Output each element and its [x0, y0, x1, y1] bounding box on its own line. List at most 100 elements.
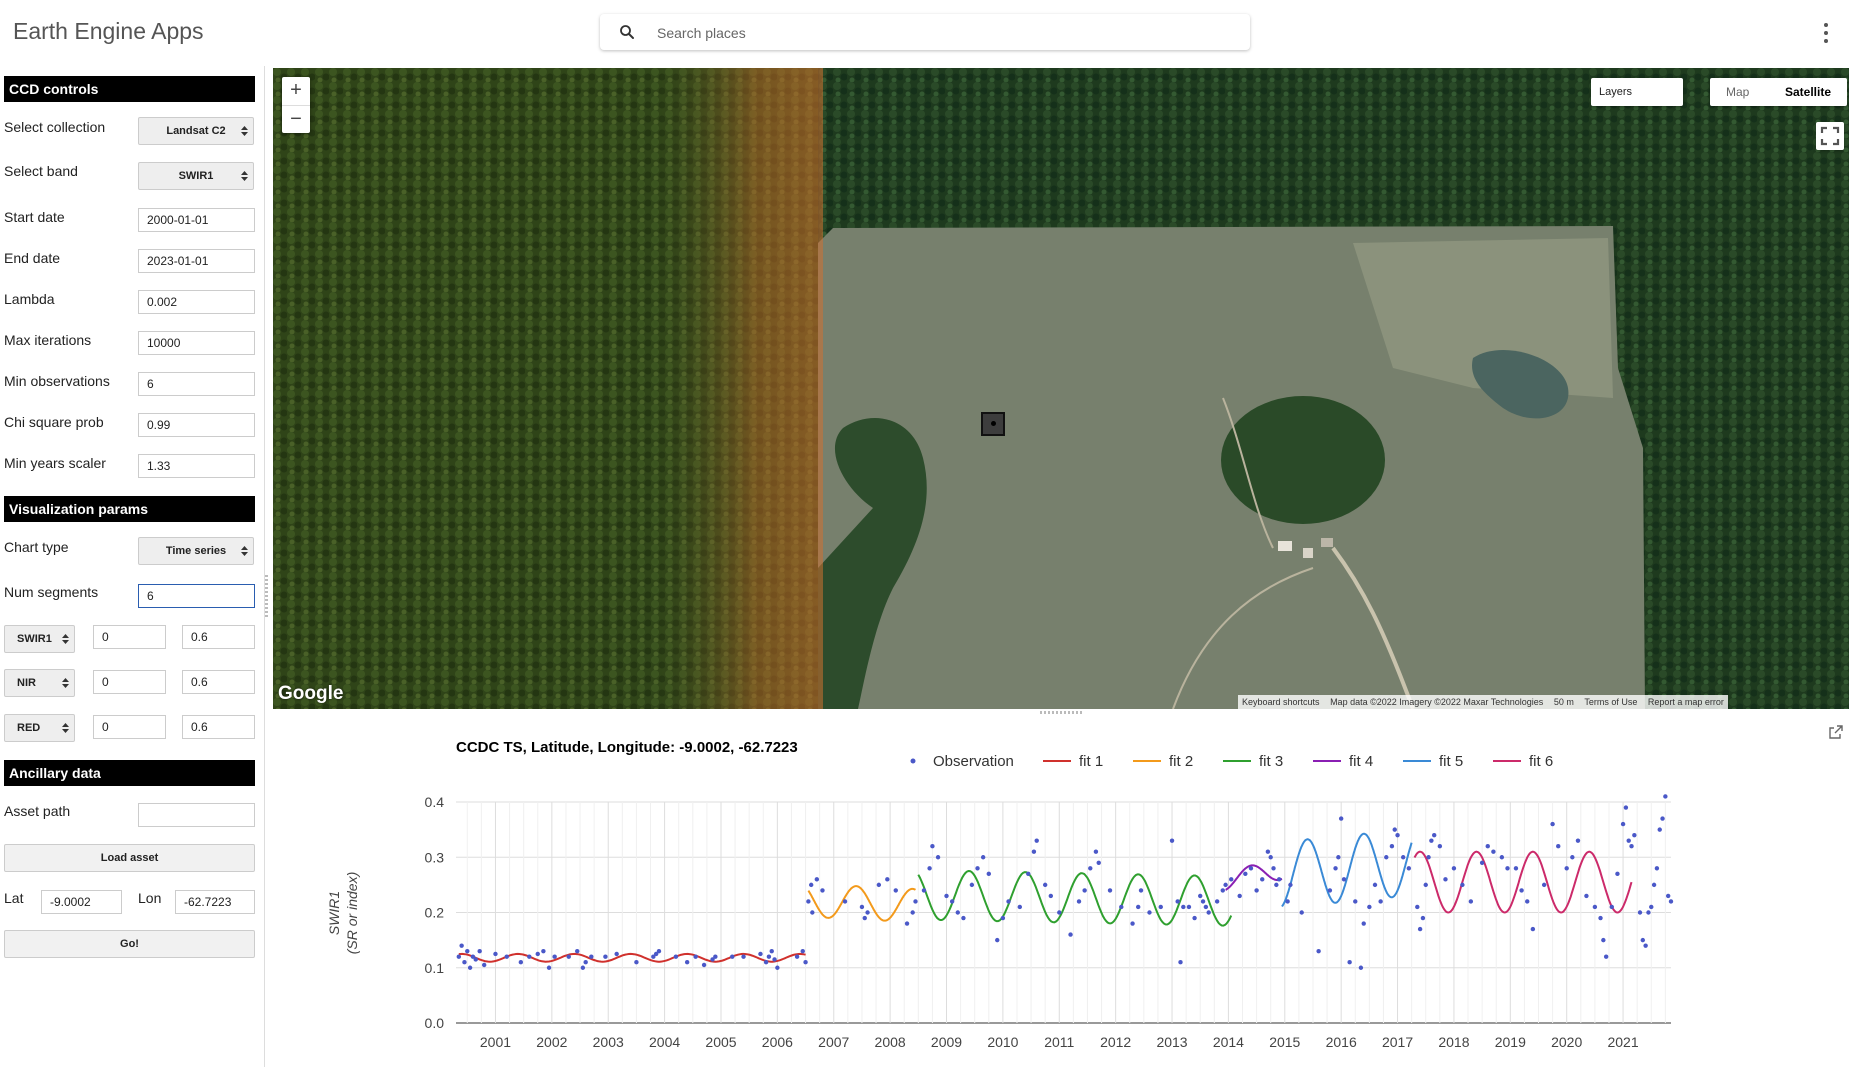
min-observations-input[interactable] [138, 372, 255, 396]
report-error-link[interactable]: Report a map error [1644, 697, 1728, 707]
chi-square-input[interactable] [138, 413, 255, 437]
lambda-input[interactable] [138, 290, 255, 314]
zoom-control: + − [282, 77, 310, 133]
observation-point [1615, 871, 1620, 877]
observation-point [1057, 910, 1062, 915]
map-view[interactable]: + − Layers Map Satellite Google Keyboard… [273, 68, 1849, 709]
y-axis-sublabel: (SR or index) [344, 872, 360, 954]
asset-path-input[interactable] [138, 803, 255, 827]
chart-type-select[interactable]: Time series [138, 537, 254, 565]
observation-point [456, 954, 462, 959]
observation-point [1017, 904, 1023, 910]
point-marker[interactable] [981, 412, 1005, 436]
layers-button[interactable]: Layers [1591, 78, 1683, 106]
start-date-input[interactable] [138, 208, 255, 232]
terms-link[interactable]: Terms of Use [1580, 697, 1641, 707]
observation-point [1530, 926, 1536, 932]
x-tick-label: 2011 [1044, 1034, 1074, 1050]
observation-point [1601, 937, 1606, 943]
zoom-out-button[interactable]: − [282, 105, 310, 134]
observation-point [1426, 855, 1431, 860]
observation-point [1651, 882, 1657, 888]
observation-point [1169, 838, 1175, 843]
observation-point [1361, 921, 1366, 926]
observation-point [1665, 893, 1671, 899]
observation-point [876, 882, 882, 888]
green-channel-max-input[interactable] [182, 670, 255, 694]
zoom-in-button[interactable]: + [282, 77, 310, 105]
max-iterations-input[interactable] [138, 331, 255, 355]
observation-point [493, 951, 498, 957]
y-axis-label: SWIR1 [326, 891, 342, 935]
observation-point [1649, 904, 1654, 910]
observation-point [806, 899, 811, 904]
observation-point [693, 954, 698, 959]
observation-point [1175, 899, 1180, 904]
observation-point [518, 960, 524, 965]
observation-point [969, 882, 975, 888]
observation-point [904, 921, 910, 926]
blue-channel-max-input[interactable] [182, 715, 255, 739]
blue-channel-band-select[interactable]: RED [4, 714, 75, 742]
observation-point [1285, 899, 1290, 904]
map-type-satellite-button[interactable]: Satellite [1785, 78, 1831, 106]
observation-point [1096, 860, 1101, 865]
num-segments-input[interactable] [138, 584, 255, 608]
more-menu-icon[interactable] [1818, 20, 1834, 48]
min-years-input[interactable] [138, 454, 255, 478]
lat-input[interactable] [41, 890, 122, 914]
fullscreen-icon[interactable] [1816, 122, 1844, 150]
observation-point [1243, 871, 1248, 877]
observation-point [1550, 821, 1555, 827]
map-attribution: Keyboard shortcuts Map data ©2022 Imager… [1238, 695, 1728, 709]
observation-point [1178, 960, 1183, 965]
observation-point [575, 948, 580, 954]
observation-point [1138, 888, 1144, 893]
red-channel-min-input[interactable] [93, 625, 166, 649]
observation-point [1491, 849, 1496, 854]
end-date-input[interactable] [138, 249, 255, 273]
green-channel-band-value: NIR [17, 677, 36, 689]
x-tick-label: 2014 [1213, 1034, 1244, 1050]
lon-input[interactable] [175, 890, 255, 914]
observation-point [913, 899, 918, 904]
observation-point [1147, 910, 1152, 915]
map-type-map-button[interactable]: Map [1726, 78, 1749, 106]
red-channel-band-select[interactable]: SWIR1 [4, 625, 75, 653]
keyboard-shortcuts-link[interactable]: Keyboard shortcuts [1238, 697, 1324, 707]
search-input[interactable] [655, 20, 1219, 46]
observation-point [794, 954, 800, 959]
collection-select[interactable]: Landsat C2 [138, 117, 254, 145]
search-icon[interactable] [618, 23, 636, 41]
observation-point [1192, 915, 1197, 921]
popout-icon[interactable] [1829, 725, 1843, 739]
green-channel-band-select[interactable]: NIR [4, 669, 75, 697]
observation-point [1119, 904, 1124, 910]
band-select[interactable]: SWIR1 [138, 162, 254, 190]
chart-type-label: Chart type [4, 539, 69, 555]
observation-point [462, 960, 467, 965]
observation-point [1316, 948, 1321, 954]
y-tick-label: 0.0 [425, 1015, 445, 1031]
search-box[interactable] [600, 14, 1250, 50]
panel-resize-handle[interactable] [265, 575, 268, 619]
red-channel-max-input[interactable] [182, 625, 255, 649]
observation-point [1181, 904, 1186, 910]
blue-channel-min-input[interactable] [93, 715, 166, 739]
load-asset-button[interactable]: Load asset [4, 844, 255, 872]
observation-point [673, 954, 679, 959]
green-channel-min-input[interactable] [93, 670, 166, 694]
collection-value: Landsat C2 [166, 125, 226, 137]
observation-point [1499, 855, 1505, 860]
observation-point [1248, 866, 1254, 871]
observation-point [1620, 821, 1626, 827]
observation-point [1372, 882, 1378, 888]
go-button[interactable]: Go! [4, 930, 255, 958]
chart-title: CCDC TS, Latitude, Longitude: -9.0002, -… [456, 739, 798, 756]
scale-bar[interactable]: 50 m [1550, 697, 1578, 707]
observation-point [552, 954, 557, 959]
observation-point [1660, 816, 1665, 821]
observation-point [1623, 805, 1629, 810]
map-chart-resize-handle[interactable] [1040, 711, 1084, 714]
x-tick-label: 2010 [987, 1034, 1018, 1050]
